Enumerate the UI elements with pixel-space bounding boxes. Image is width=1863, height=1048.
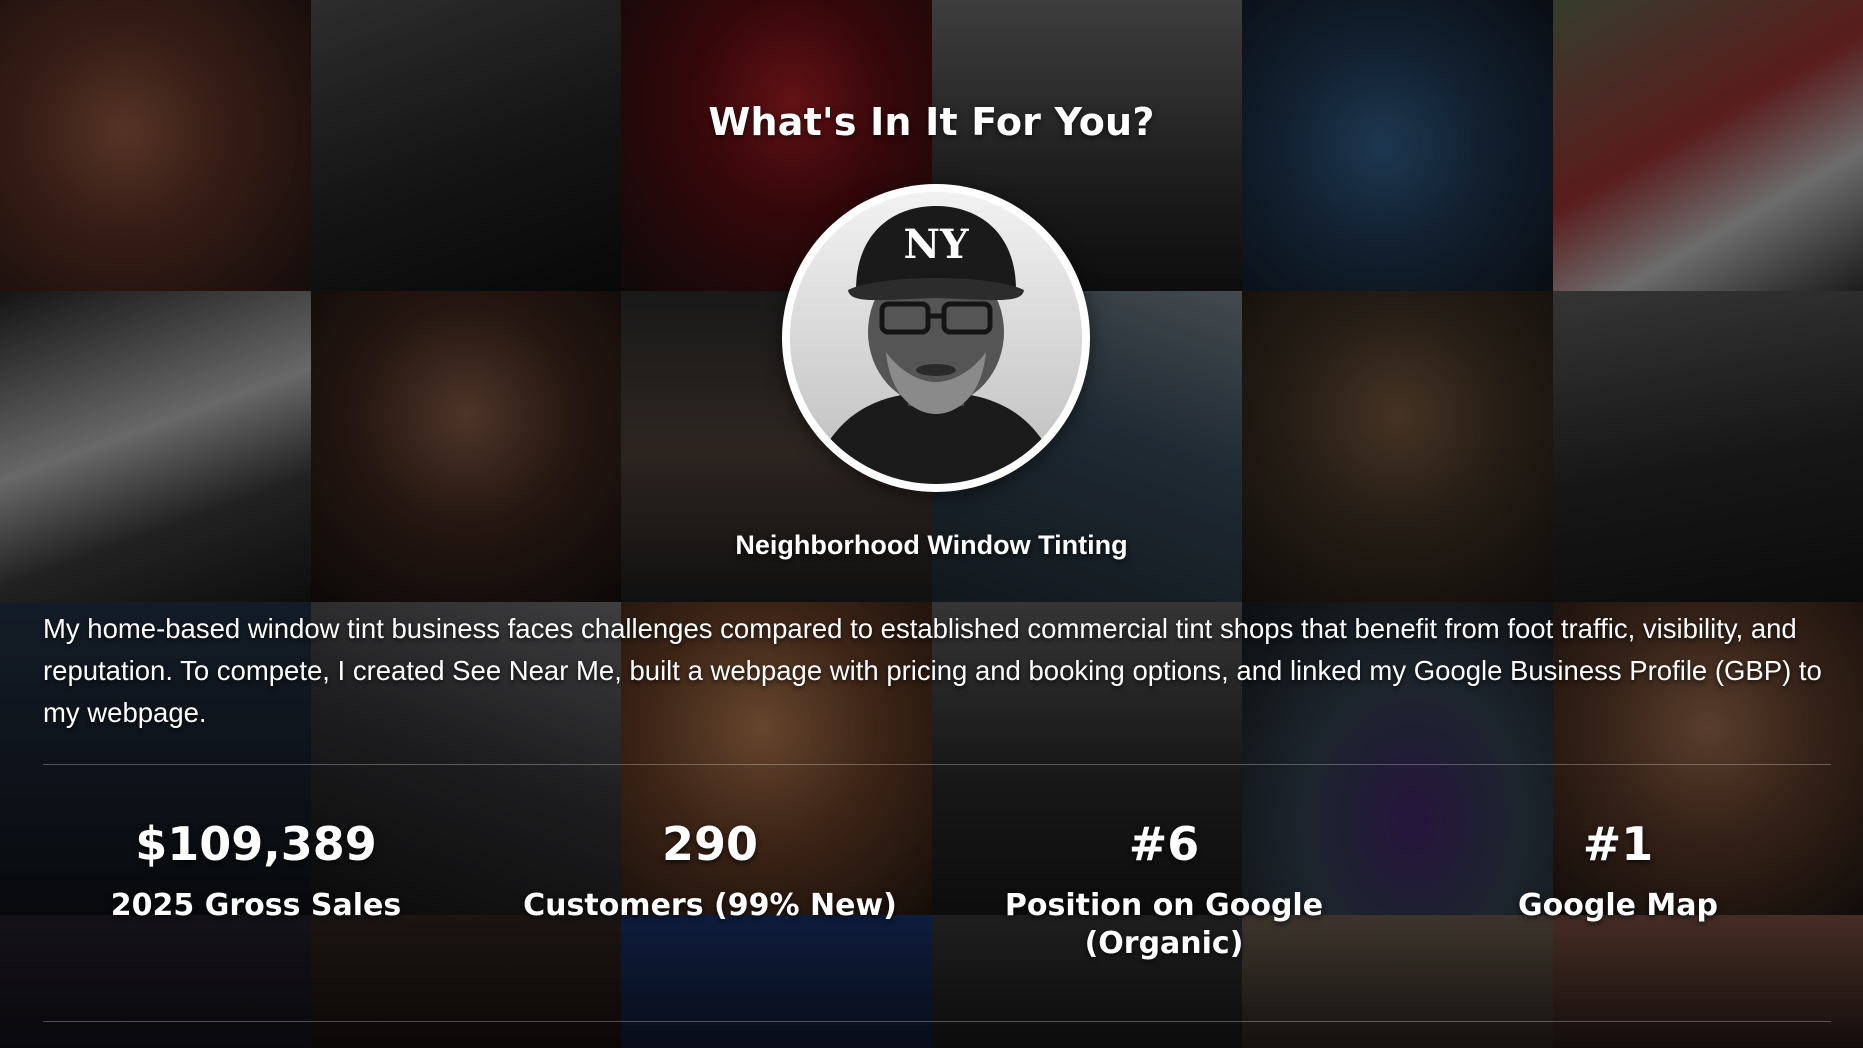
section-heading: What's In It For You? [708, 100, 1155, 144]
stat-value: #1 [1582, 817, 1654, 871]
stat-google-position: #6 Position on Google (Organic) [934, 815, 1394, 963]
divider-bottom [43, 1021, 1831, 1022]
stat-label: Customers (99% New) [523, 888, 897, 923]
svg-text:NY: NY [903, 221, 969, 268]
story-paragraph: My home-based window tint business faces… [43, 613, 1822, 728]
stat-value: $109,389 [135, 817, 377, 871]
stat-gross-sales: $109,389 2025 Gross Sales [26, 815, 486, 925]
business-name: Neighborhood Window Tinting [735, 530, 1128, 560]
stat-label: 2025 Gross Sales [110, 888, 402, 923]
stat-value: #6 [1128, 817, 1200, 871]
stat-customers: 290 Customers (99% New) [480, 815, 940, 925]
divider-top [43, 764, 1831, 765]
stat-label: Position on Google (Organic) [1004, 888, 1324, 961]
hero-section: What's In It For You? NY Neighborhood Wi… [0, 0, 1863, 1048]
stat-value: 290 [661, 817, 759, 871]
stat-google-map: #1 Google Map [1388, 815, 1848, 925]
stat-label: Google Map [1518, 888, 1718, 923]
profile-avatar: NY [782, 184, 1090, 492]
avatar-portrait-image: NY [790, 192, 1082, 484]
hero-content: What's In It For You? NY Neighborhood Wi… [0, 0, 1863, 1048]
avatar-photo: NY [790, 192, 1082, 484]
